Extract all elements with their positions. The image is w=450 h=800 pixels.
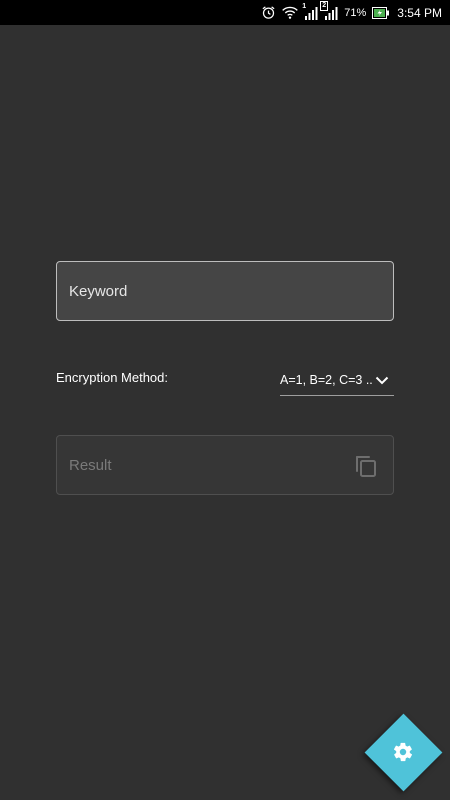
status-bar: 1 2 71% 3:54 PM — [0, 0, 450, 25]
battery-percent: 71% — [344, 6, 367, 19]
keyword-field[interactable] — [56, 261, 394, 321]
signal-sim2-icon: 2 — [320, 0, 338, 20]
alarm-icon — [261, 5, 276, 20]
battery-charging-icon — [372, 6, 390, 19]
encryption-method-value: A=1, B=2, C=3 .. — [280, 372, 373, 387]
encryption-method-dropdown[interactable]: A=1, B=2, C=3 .. — [280, 364, 394, 396]
settings-button[interactable] — [364, 713, 443, 792]
wifi-icon — [282, 6, 299, 20]
result-placeholder: Result — [69, 456, 112, 474]
signal-sim1-icon: 1 — [302, 2, 318, 20]
chevron-down-icon — [375, 376, 389, 384]
sim1-label: 1 — [302, 2, 307, 10]
copy-icon[interactable] — [353, 452, 379, 478]
keyword-input[interactable] — [69, 282, 393, 300]
sim2-label: 2 — [320, 0, 329, 11]
clock: 3:54 PM — [397, 5, 442, 20]
result-field: Result — [56, 435, 394, 495]
encryption-method-label: Encryption Method: — [56, 370, 169, 385]
